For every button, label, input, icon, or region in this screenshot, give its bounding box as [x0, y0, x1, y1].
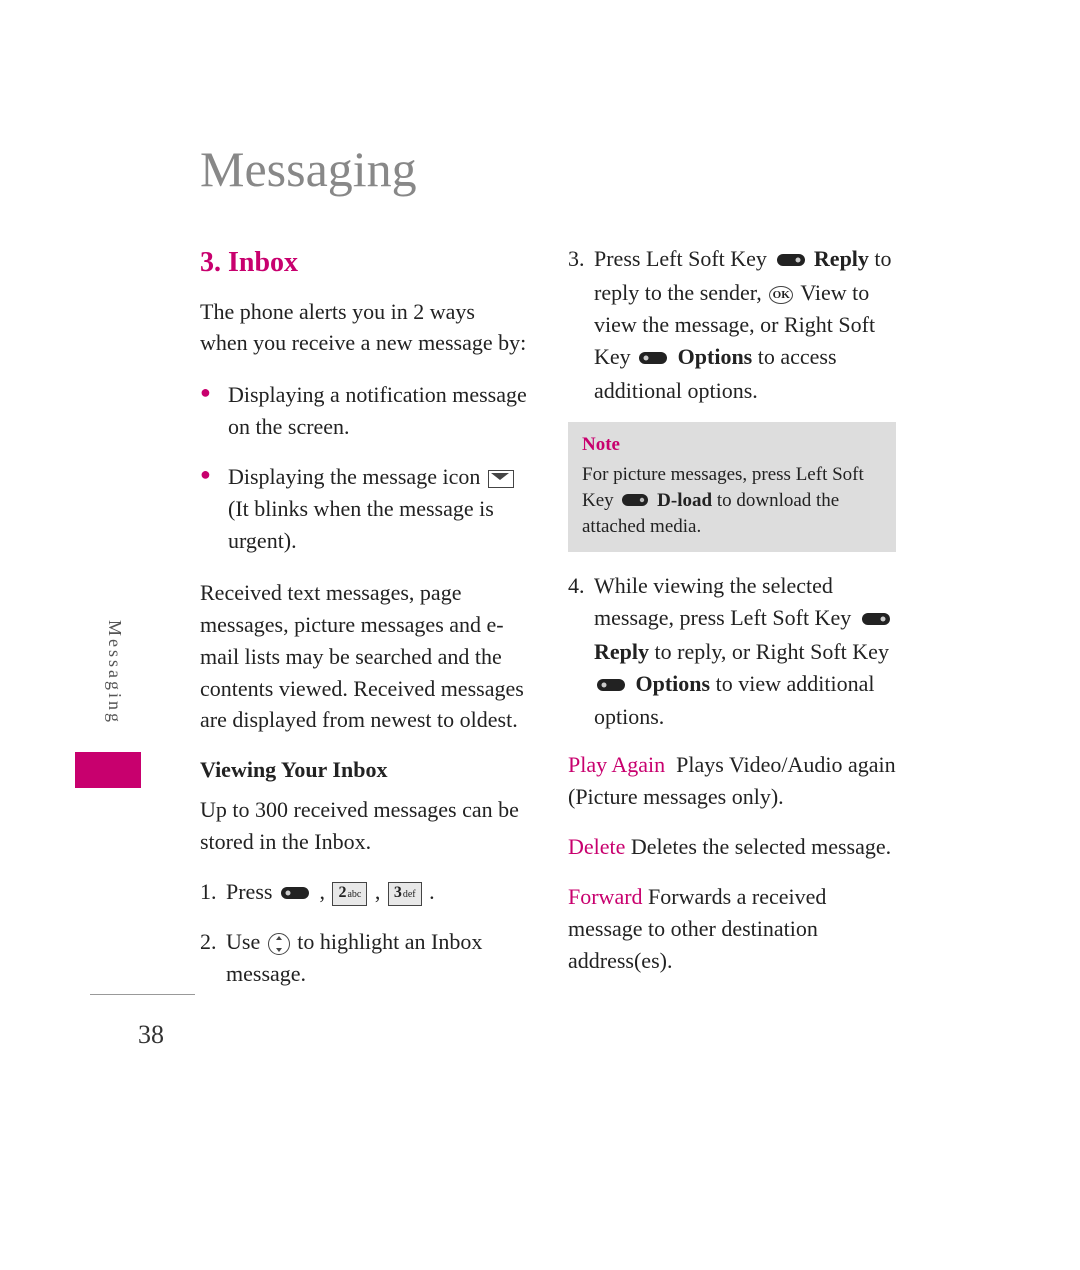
forward-item: Forward Forwards a received message to o…: [568, 881, 896, 977]
delete-item: Delete Deletes the selected message.: [568, 831, 896, 863]
capacity-text: Up to 300 received messages can be store…: [200, 794, 528, 858]
content-columns: 3. Inbox The phone alerts you in 2 ways …: [200, 243, 950, 1006]
footer-rule: [90, 994, 195, 995]
step4-options: Options: [636, 671, 711, 696]
step-2: 2. Use to highlight an Inbox message.: [200, 926, 528, 990]
note-title: Note: [582, 432, 882, 458]
play-again-item: Play Again Plays Video/Audio again (Pict…: [568, 749, 896, 813]
step-4: 4. While viewing the selected message, p…: [568, 570, 896, 733]
bullet2-text-b: (It blinks when the message is urgent).: [228, 496, 494, 553]
step-3-body: Press Left Soft Key Reply to reply to th…: [594, 243, 896, 406]
section-heading: 3. Inbox: [200, 243, 528, 284]
note-dload: D-load: [657, 490, 712, 511]
manual-page: Messaging Messaging 3. Inbox The phone a…: [0, 0, 1080, 1270]
step-1-number: 1.: [200, 876, 226, 910]
step-3-number: 3.: [568, 243, 594, 406]
delete-text: Deletes the selected message.: [631, 834, 891, 859]
received-description: Received text messages, page messages, p…: [200, 577, 528, 736]
section-name: Inbox: [228, 247, 298, 278]
step3-a: Press Left Soft Key: [594, 246, 767, 271]
left-softkey-icon-2: [860, 604, 890, 636]
page-title: Messaging: [200, 140, 950, 198]
step2-rest: to highlight an Inbox message.: [226, 929, 482, 986]
right-softkey-icon-2: [639, 343, 669, 375]
step-4-number: 4.: [568, 570, 594, 733]
right-softkey-icon: [281, 878, 311, 910]
step-1-body: Press , 2abc , 3def .: [226, 876, 528, 910]
side-tab: Messaging: [104, 620, 134, 730]
step-3: 3. Press Left Soft Key Reply to reply to…: [568, 243, 896, 406]
step4-reply: Reply: [594, 639, 649, 664]
forward-label: Forward: [568, 884, 643, 909]
play-again-label: Play Again: [568, 752, 665, 777]
step3-options: Options: [678, 344, 753, 369]
bullet2-text-a: Displaying the message icon: [228, 464, 480, 489]
step4-b: to reply, or Right Soft Key: [655, 639, 889, 664]
subhead-viewing: Viewing Your Inbox: [200, 754, 528, 786]
envelope-icon: [488, 470, 514, 488]
key-3def: 3def: [388, 882, 422, 906]
left-column: 3. Inbox The phone alerts you in 2 ways …: [200, 243, 528, 1006]
step-1: 1. Press , 2abc , 3def .: [200, 876, 528, 910]
alert-bullets: Displaying a notification message on the…: [200, 379, 528, 556]
left-softkey-icon-note: [621, 489, 649, 515]
bullet-notification: Displaying a notification message on the…: [200, 379, 528, 443]
page-number: 38: [138, 1020, 164, 1050]
inbox-intro: The phone alerts you in 2 ways when you …: [200, 296, 528, 360]
step-2-body: Use to highlight an Inbox message.: [226, 926, 528, 990]
key-2abc: 2abc: [332, 882, 367, 906]
note-body: For picture messages, press Left Soft Ke…: [582, 462, 882, 540]
step1-press: Press: [226, 879, 272, 904]
section-number: 3.: [200, 247, 221, 278]
step2-use: Use: [226, 929, 260, 954]
bullet-message-icon: Displaying the message icon (It blinks w…: [200, 461, 528, 557]
right-column: 3. Press Left Soft Key Reply to reply to…: [568, 243, 896, 1006]
left-softkey-icon: [775, 245, 805, 277]
side-tab-block: [75, 752, 141, 788]
delete-label: Delete: [568, 834, 625, 859]
step3-reply: Reply: [814, 246, 869, 271]
step-2-number: 2.: [200, 926, 226, 990]
step4-a: While viewing the selected message, pres…: [594, 573, 851, 630]
right-softkey-icon-3: [597, 670, 627, 702]
navigation-key-icon: [268, 933, 290, 955]
note-box: Note For picture messages, press Left So…: [568, 422, 896, 551]
step-4-body: While viewing the selected message, pres…: [594, 570, 896, 733]
ok-key-icon: OK: [769, 286, 793, 304]
side-tab-label: Messaging: [104, 620, 125, 725]
